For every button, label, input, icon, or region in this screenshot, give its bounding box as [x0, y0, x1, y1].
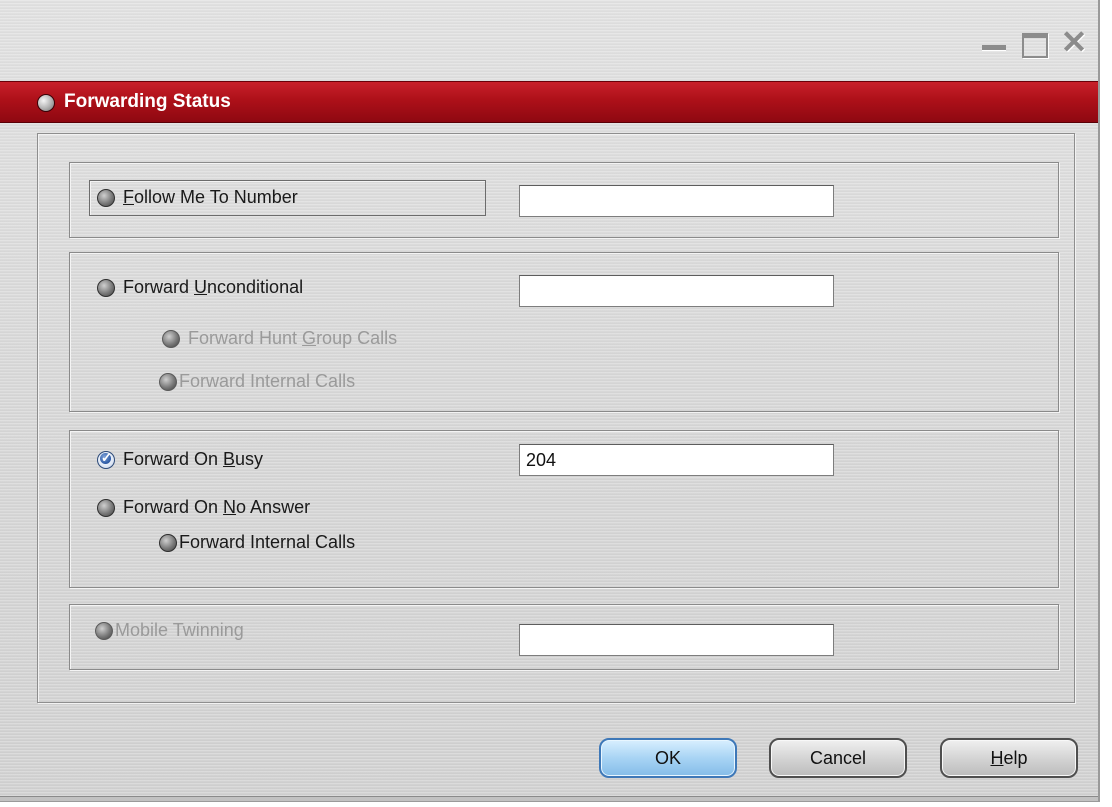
forward-on-busy-input[interactable]	[519, 444, 834, 476]
forward-internal-calls-label: Forward Internal Calls	[179, 371, 356, 391]
window-bottom-edge	[0, 796, 1098, 801]
checked-radio-icon	[97, 450, 115, 469]
ok-label: OK	[654, 747, 681, 768]
minimize-icon[interactable]	[978, 30, 1010, 60]
radio-icon	[95, 621, 113, 640]
forward-hunt-group-calls-radio[interactable]: Forward Hunt Group Calls	[162, 328, 397, 349]
radio-icon	[97, 188, 115, 207]
follow-me-radio[interactable]: Follow Me To Number	[97, 187, 298, 208]
forward-unconditional-radio[interactable]: Forward Unconditional	[97, 277, 303, 298]
radio-icon	[162, 329, 180, 348]
maximize-icon[interactable]	[1018, 30, 1050, 60]
title-bar: Forwarding Status	[0, 81, 1098, 123]
forward-on-busy-radio[interactable]: Forward On Busy	[97, 449, 263, 470]
follow-me-number-input[interactable]	[519, 185, 834, 217]
help-label: Help	[990, 747, 1028, 768]
radio-icon	[159, 372, 177, 391]
help-button[interactable]: Help	[940, 738, 1078, 778]
follow-me-label: Follow Me To Number	[123, 187, 298, 207]
forward-on-no-answer-radio[interactable]: Forward On No Answer	[97, 497, 310, 518]
radio-icon	[159, 533, 177, 552]
title-bullet-icon	[37, 94, 55, 112]
forwarding-status-window: ✕ Forwarding Status Follow Me To Number …	[0, 0, 1100, 802]
forward-internal-calls-label: Forward Internal Calls	[179, 532, 356, 552]
radio-icon	[97, 278, 115, 297]
forward-internal-calls-unconditional-radio[interactable]: Forward Internal Calls	[159, 371, 355, 392]
window-title: Forwarding Status	[64, 91, 231, 112]
mobile-twinning-radio[interactable]: Mobile Twinning	[95, 620, 244, 641]
ok-button[interactable]: OK	[599, 738, 737, 778]
cancel-button[interactable]: Cancel	[769, 738, 907, 778]
radio-icon	[97, 498, 115, 517]
mobile-twinning-label: Mobile Twinning	[115, 620, 244, 640]
forward-unconditional-label: Forward Unconditional	[123, 277, 304, 297]
forward-unconditional-input[interactable]	[519, 275, 834, 307]
forward-on-busy-label: Forward On Busy	[123, 449, 264, 469]
mobile-twinning-input[interactable]	[519, 624, 834, 656]
forward-hunt-group-calls-label: Forward Hunt Group Calls	[188, 328, 398, 348]
forward-internal-calls-no-answer-radio[interactable]: Forward Internal Calls	[159, 532, 355, 553]
close-icon[interactable]: ✕	[1058, 24, 1090, 60]
cancel-label: Cancel	[809, 747, 867, 768]
forward-on-no-answer-label: Forward On No Answer	[123, 497, 311, 517]
